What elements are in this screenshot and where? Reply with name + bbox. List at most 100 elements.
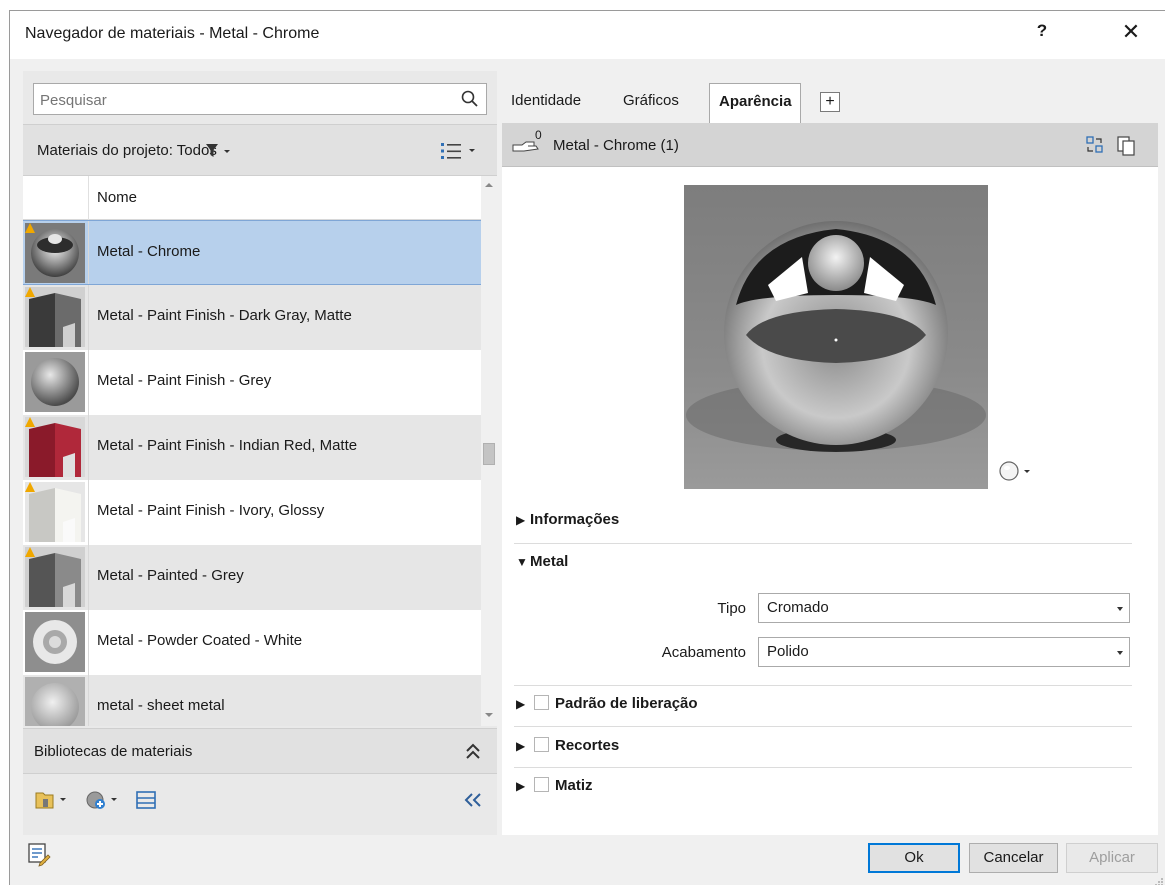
cancel-button[interactable]: Cancelar xyxy=(969,843,1058,873)
help-button[interactable]: ? xyxy=(1032,21,1052,41)
white-torus-icon xyxy=(25,612,85,672)
divider xyxy=(514,767,1132,768)
resize-grip-icon[interactable] xyxy=(1154,877,1164,885)
list-column-header: Nome xyxy=(23,176,481,220)
apply-button[interactable]: Aplicar xyxy=(1066,843,1158,873)
section-info-label: Informações xyxy=(530,511,620,528)
list-item-paint-dark-gray[interactable]: Metal - Paint Finish - Dark Gray, Matte xyxy=(23,285,481,350)
preview-options-icon[interactable] xyxy=(998,459,1034,483)
section-cutouts[interactable]: ▶ Recortes xyxy=(516,737,619,754)
material-list: Nome Metal - Chrome Metal - Paint Finish… xyxy=(23,176,497,726)
list-item-paint-grey[interactable]: Metal - Paint Finish - Grey xyxy=(23,350,481,415)
title-bar: Navegador de materiais - Metal - Chrome … xyxy=(10,11,1165,59)
duplicate-asset-icon[interactable] xyxy=(1116,135,1138,157)
list-item-metal-chrome[interactable]: Metal - Chrome xyxy=(23,220,481,285)
asset-header: 0 Metal - Chrome (1) xyxy=(502,123,1158,167)
thumbnail-column-header xyxy=(23,176,89,220)
warning-icon xyxy=(25,547,35,557)
material-libraries-label: Bibliotecas de materiais xyxy=(34,743,193,760)
project-materials-label: Materiais do projeto: Todos xyxy=(37,142,217,159)
section-release-pattern-label: Padrão de liberação xyxy=(555,695,698,712)
scroll-thumb[interactable] xyxy=(483,443,495,465)
expand-right-icon: ▶ xyxy=(516,779,526,793)
ok-button[interactable]: Ok xyxy=(868,843,960,873)
material-name: Metal - Paint Finish - Indian Red, Matte xyxy=(97,437,358,454)
section-info[interactable]: ▶ Informações xyxy=(516,511,619,528)
show-editor-icon[interactable] xyxy=(135,789,157,811)
list-item-paint-indian-red[interactable]: Metal - Paint Finish - Indian Red, Matte xyxy=(23,415,481,480)
type-value: Cromado xyxy=(767,599,829,616)
divider xyxy=(514,726,1132,727)
close-button[interactable]: ✕ xyxy=(1118,19,1144,45)
material-list-panel: Materiais do projeto: Todos Nome xyxy=(23,71,497,835)
divider xyxy=(514,543,1132,544)
list-item-painted-grey[interactable]: Metal - Painted - Grey xyxy=(23,545,481,610)
section-tint[interactable]: ▶ Matiz xyxy=(516,777,593,794)
chevron-down-icon xyxy=(1117,607,1123,611)
asset-name: Metal - Chrome (1) xyxy=(553,137,679,154)
warning-icon xyxy=(25,482,35,492)
scroll-down-icon[interactable] xyxy=(484,710,494,720)
column-name[interactable]: Nome xyxy=(97,189,137,206)
release-pattern-checkbox[interactable] xyxy=(534,695,549,710)
editor-tabs: Identidade Gráficos Aparência + xyxy=(502,71,1158,123)
tab-identity[interactable]: Identidade xyxy=(511,92,581,109)
material-thumbnail xyxy=(23,350,89,415)
list-item-sheet-metal[interactable]: metal - sheet metal xyxy=(23,675,481,726)
add-asset-tab-button[interactable]: + xyxy=(820,92,840,112)
section-tint-label: Matiz xyxy=(555,777,593,794)
material-name: Metal - Chrome xyxy=(97,243,201,260)
list-item-powder-coated-white[interactable]: Metal - Powder Coated - White xyxy=(23,610,481,675)
finish-select[interactable]: Polido xyxy=(758,637,1130,667)
material-thumbnail xyxy=(23,610,89,675)
material-editor-panel: Identidade Gráficos Aparência + 0 Metal … xyxy=(502,71,1158,835)
material-name: Metal - Powder Coated - White xyxy=(97,632,303,649)
warning-icon xyxy=(25,417,35,427)
tab-appearance[interactable]: Aparência xyxy=(709,83,801,123)
library-toolbar xyxy=(23,775,497,829)
search-box[interactable] xyxy=(33,83,487,115)
material-name: Metal - Paint Finish - Grey xyxy=(97,372,272,389)
type-select[interactable]: Cromado xyxy=(758,593,1130,623)
material-thumbnail xyxy=(23,545,89,610)
chrome-sphere-preview-icon xyxy=(684,185,988,489)
material-assets-editor-icon[interactable] xyxy=(26,841,52,867)
search-icon[interactable] xyxy=(460,89,480,109)
tint-checkbox[interactable] xyxy=(534,777,549,792)
cutouts-checkbox[interactable] xyxy=(534,737,549,752)
material-name: Metal - Painted - Grey xyxy=(97,567,244,584)
warning-icon xyxy=(25,287,35,297)
list-scrollbar[interactable] xyxy=(481,176,497,726)
expand-right-icon: ▶ xyxy=(516,697,526,711)
library-manage-icon[interactable] xyxy=(35,789,71,811)
material-name: Metal - Paint Finish - Ivory, Glossy xyxy=(97,502,325,519)
replace-asset-icon[interactable] xyxy=(1085,135,1105,155)
material-preview xyxy=(684,185,988,489)
filter-dropdown-icon[interactable] xyxy=(205,142,235,160)
tab-graphics[interactable]: Gráficos xyxy=(623,92,679,109)
search-input[interactable] xyxy=(40,90,440,110)
dialog-title: Navegador de materiais - Metal - Chrome xyxy=(25,25,320,42)
section-metal[interactable]: ▼ Metal xyxy=(516,553,568,570)
collapse-left-icon[interactable] xyxy=(463,791,483,809)
material-thumbnail xyxy=(23,480,89,545)
material-libraries-header[interactable]: Bibliotecas de materiais xyxy=(23,728,497,774)
section-release-pattern[interactable]: ▶ Padrão de liberação xyxy=(516,695,698,712)
material-thumbnail xyxy=(23,415,89,480)
divider xyxy=(514,685,1132,686)
collapse-up-icon[interactable] xyxy=(463,741,483,763)
asset-user-count: 0 xyxy=(535,128,542,142)
material-rows: Metal - Chrome Metal - Paint Finish - Da… xyxy=(23,220,481,726)
material-name: Metal - Paint Finish - Dark Gray, Matte xyxy=(97,307,352,324)
finish-label: Acabamento xyxy=(661,644,746,661)
section-cutouts-label: Recortes xyxy=(555,737,620,754)
list-item-paint-ivory[interactable]: Metal - Paint Finish - Ivory, Glossy xyxy=(23,480,481,545)
grey-sphere-icon xyxy=(25,352,85,412)
finish-value: Polido xyxy=(767,643,809,660)
list-view-options-icon[interactable] xyxy=(439,140,483,162)
material-browser-dialog: Navegador de materiais - Metal - Chrome … xyxy=(9,10,1165,885)
material-thumbnail xyxy=(23,221,89,284)
material-thumbnail xyxy=(23,285,89,350)
scroll-up-icon[interactable] xyxy=(484,180,494,190)
create-material-icon[interactable] xyxy=(85,789,123,811)
